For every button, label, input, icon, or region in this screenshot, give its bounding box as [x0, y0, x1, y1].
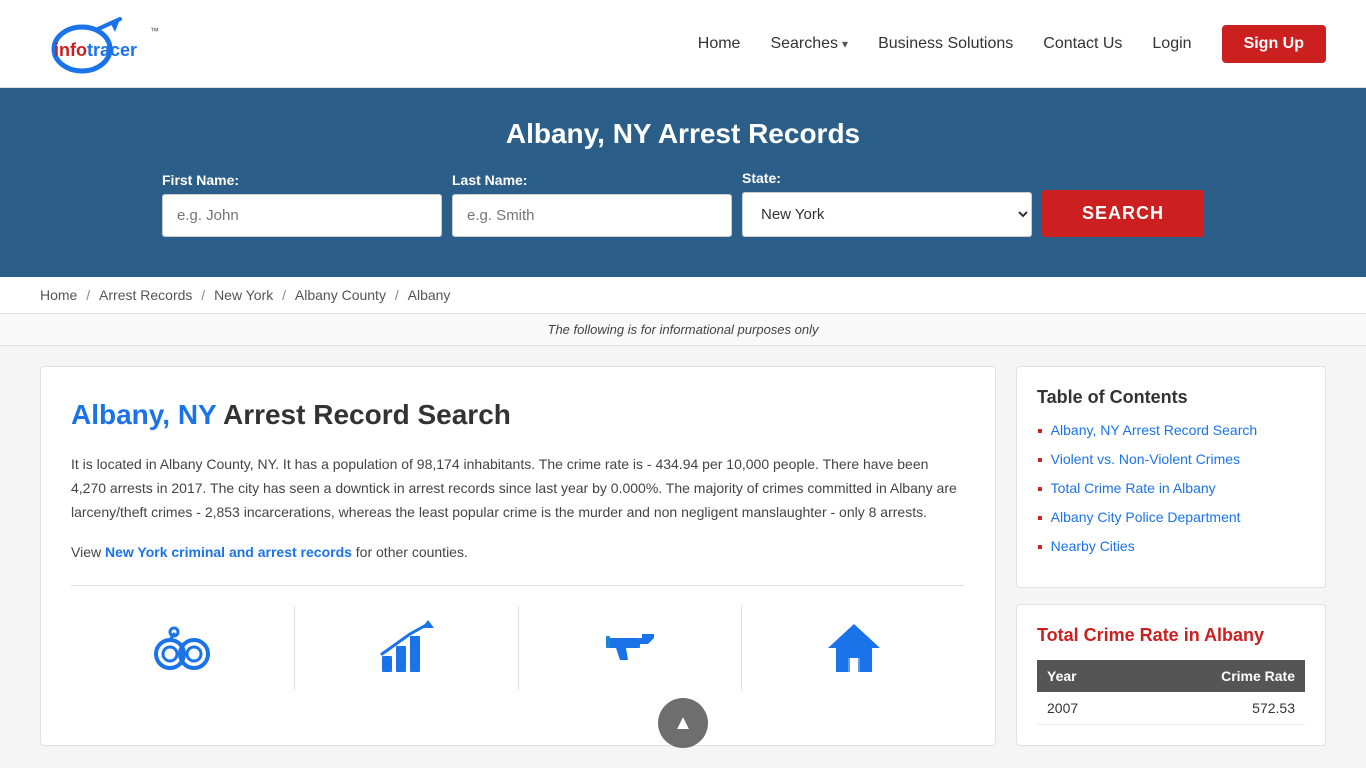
- toc-link[interactable]: Total Crime Rate in Albany: [1051, 480, 1216, 496]
- house-icon-item: [742, 606, 965, 690]
- chevron-down-icon: ▾: [842, 37, 848, 51]
- ny-records-link[interactable]: New York criminal and arrest records: [105, 544, 352, 560]
- main-nav: Home Searches ▾ Business Solutions Conta…: [698, 25, 1326, 63]
- crime-table: Year Crime Rate 2007572.53: [1037, 660, 1305, 725]
- hero-banner: Albany, NY Arrest Records First Name: La…: [0, 88, 1366, 277]
- header: info tracer ™ Home Searches ▾ Business S…: [0, 0, 1366, 88]
- info-bar: The following is for informational purpo…: [0, 314, 1366, 346]
- handcuffs-icon-item: [71, 606, 295, 690]
- toc-item: Total Crime Rate in Albany: [1037, 480, 1305, 499]
- breadcrumb-separator: /: [391, 287, 403, 303]
- nav-home[interactable]: Home: [698, 35, 741, 53]
- toc-link[interactable]: Albany, NY Arrest Record Search: [1051, 422, 1257, 438]
- article-section: Albany, NY Arrest Record Search It is lo…: [40, 366, 996, 746]
- nav-business[interactable]: Business Solutions: [878, 35, 1013, 53]
- article-title: Albany, NY Arrest Record Search: [71, 397, 965, 433]
- breadcrumb-link[interactable]: Home: [40, 287, 77, 303]
- state-select[interactable]: AlabamaAlaskaArizonaArkansasCaliforniaCo…: [742, 192, 1032, 237]
- toc-link[interactable]: Violent vs. Non-Violent Crimes: [1051, 451, 1240, 467]
- toc-item: Albany, NY Arrest Record Search: [1037, 422, 1305, 441]
- breadcrumb-separator: /: [278, 287, 290, 303]
- toc-card: Table of Contents Albany, NY Arrest Reco…: [1016, 366, 1326, 588]
- article-link-paragraph: View New York criminal and arrest record…: [71, 541, 965, 565]
- chart-icon-item: [295, 606, 519, 690]
- gun-icon-item: [519, 606, 743, 690]
- article-title-rest: Arrest Record Search: [216, 399, 511, 430]
- last-name-input[interactable]: [452, 194, 732, 237]
- rate-header: Crime Rate: [1131, 660, 1305, 692]
- gun-icon: [598, 616, 662, 680]
- nav-contact[interactable]: Contact Us: [1043, 35, 1122, 53]
- handcuffs-icon: [150, 616, 214, 680]
- svg-text:info: info: [54, 40, 87, 60]
- house-icon: [822, 616, 886, 680]
- breadcrumb-separator: /: [197, 287, 209, 303]
- rate-cell: 572.53: [1131, 692, 1305, 725]
- crime-rate-card: Total Crime Rate in Albany Year Crime Ra…: [1016, 604, 1326, 746]
- first-name-group: First Name:: [162, 172, 442, 237]
- year-cell: 2007: [1037, 692, 1131, 725]
- first-name-label: First Name:: [162, 172, 239, 188]
- svg-text:tracer: tracer: [87, 40, 137, 60]
- logo: info tracer ™: [40, 14, 200, 74]
- breadcrumb-separator: /: [82, 287, 94, 303]
- last-name-label: Last Name:: [452, 172, 527, 188]
- state-group: State: AlabamaAlaskaArizonaArkansasCalif…: [742, 170, 1032, 237]
- sidebar: Table of Contents Albany, NY Arrest Reco…: [1016, 366, 1326, 746]
- breadcrumb-link[interactable]: Arrest Records: [99, 287, 192, 303]
- article-city: Albany, NY: [71, 399, 216, 430]
- signup-button[interactable]: Sign Up: [1222, 25, 1326, 63]
- hero-title: Albany, NY Arrest Records: [40, 118, 1326, 150]
- breadcrumb-link[interactable]: Albany: [408, 287, 451, 303]
- icon-row: [71, 585, 965, 690]
- toc-item: Violent vs. Non-Violent Crimes: [1037, 451, 1305, 470]
- breadcrumb: Home / Arrest Records / New York / Alban…: [0, 277, 1366, 314]
- table-row: 2007572.53: [1037, 692, 1305, 725]
- login-button[interactable]: Login: [1152, 35, 1191, 53]
- svg-text:™: ™: [150, 26, 159, 36]
- toc-link[interactable]: Nearby Cities: [1051, 538, 1135, 554]
- breadcrumb-link[interactable]: Albany County: [295, 287, 386, 303]
- toc-list: Albany, NY Arrest Record Search Violent v…: [1037, 422, 1305, 557]
- last-name-group: Last Name:: [452, 172, 732, 237]
- logo-svg: info tracer ™: [40, 14, 200, 74]
- first-name-input[interactable]: [162, 194, 442, 237]
- nav-searches[interactable]: Searches ▾: [770, 35, 848, 53]
- year-header: Year: [1037, 660, 1131, 692]
- crime-rate-title: Total Crime Rate in Albany: [1037, 625, 1305, 646]
- article-body: It is located in Albany County, NY. It h…: [71, 453, 965, 524]
- state-label: State:: [742, 170, 781, 186]
- chart-icon: [374, 616, 438, 680]
- arrow-up-icon: ▲: [673, 713, 693, 733]
- toc-item: Albany City Police Department: [1037, 509, 1305, 528]
- toc-title: Table of Contents: [1037, 387, 1305, 408]
- toc-item: Nearby Cities: [1037, 538, 1305, 557]
- article-link-prefix: View: [71, 544, 105, 560]
- scroll-to-top[interactable]: ▲: [658, 698, 708, 748]
- search-button[interactable]: SEARCH: [1042, 190, 1204, 237]
- breadcrumb-link[interactable]: New York: [214, 287, 273, 303]
- toc-link[interactable]: Albany City Police Department: [1051, 509, 1241, 525]
- article-link-suffix: for other counties.: [352, 544, 468, 560]
- search-form: First Name: Last Name: State: AlabamaAla…: [193, 170, 1173, 237]
